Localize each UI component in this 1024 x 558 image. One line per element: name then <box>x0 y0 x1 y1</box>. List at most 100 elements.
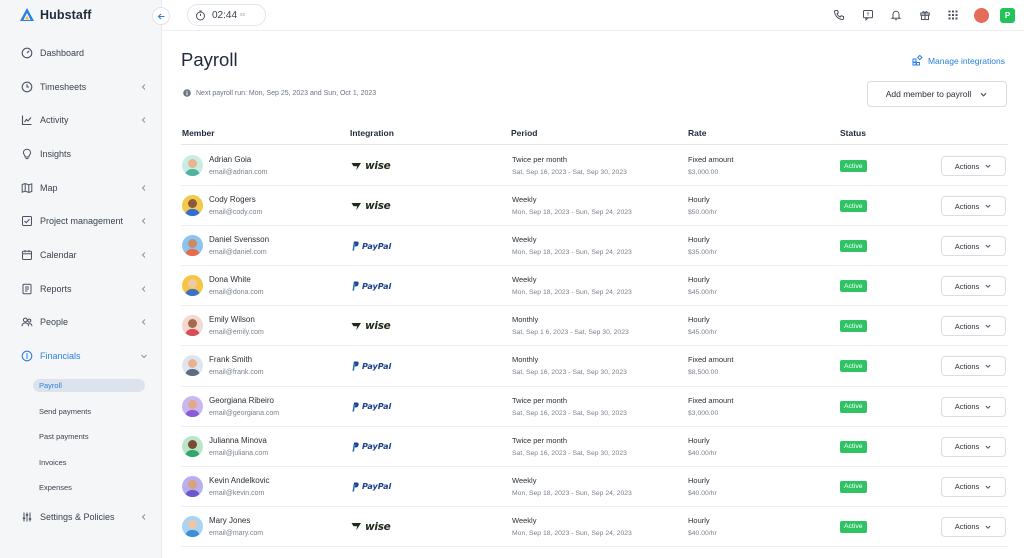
member-email: email@emily.com <box>209 329 264 337</box>
sidebar-item-dashboard[interactable]: Dashboard <box>0 36 162 70</box>
hubstaff-logo[interactable]: Hubstaff <box>19 6 92 24</box>
table-row[interactable]: Emily Wilson email@emily.com wise Monthly Sa… <box>181 306 1008 347</box>
member-name: Adrian Goia <box>209 155 252 164</box>
integration-wise: wise <box>351 160 391 172</box>
integration-wise: wise <box>351 320 391 333</box>
sliders-icon <box>21 511 33 523</box>
sidebar-subitem-payroll[interactable]: Payroll <box>0 373 162 399</box>
actions-dropdown-button[interactable]: Actions <box>941 276 1006 297</box>
sidebar-subitem-past-payments[interactable]: Past payments <box>0 424 162 450</box>
wise-logo-icon <box>351 523 361 531</box>
chevron-down-icon <box>985 325 991 329</box>
wise-logo-icon <box>351 202 361 211</box>
table-row[interactable]: Frank Smith email@frank.com PayPal Monthly S… <box>181 346 1008 387</box>
collapse-sidebar-button[interactable] <box>152 7 170 25</box>
actions-dropdown-button[interactable]: Actions <box>941 156 1006 176</box>
actions-dropdown-button[interactable]: Actions <box>941 516 1006 537</box>
column-header-integration: Integration <box>350 128 394 138</box>
table-row[interactable]: Kevin Andelkovic email@kevin.com PayPal Wee… <box>181 467 1008 507</box>
status-badge: Active <box>840 200 867 213</box>
sidebar-item-map[interactable]: Map <box>0 171 162 205</box>
table-row[interactable]: Julianna Minova email@juliana.com PayPal Tw… <box>181 427 1008 467</box>
rate-type: Hourly <box>688 475 710 485</box>
chevron-down-icon <box>985 204 991 209</box>
chat-button[interactable] <box>854 4 883 26</box>
timer-widget[interactable]: 02:44 ss <box>187 4 266 26</box>
sidebar-item-timesheets[interactable]: Timesheets <box>0 70 162 104</box>
table-row[interactable]: Cody Rogers email@cody.com wise Weekly Mon, … <box>181 186 1008 227</box>
notifications-button[interactable] <box>882 4 911 26</box>
paypal-logo-icon <box>352 361 359 371</box>
actions-dropdown-button[interactable]: Actions <box>941 236 1006 257</box>
member-name: Frank Smith <box>209 355 253 365</box>
sidebar-item-settings-policies[interactable]: Settings & Policies <box>0 500 162 534</box>
integration-name: PayPal <box>362 402 392 412</box>
period-range: Mon, Sep 18, 2023 - Sun, Sep 24, 2023 <box>512 289 632 297</box>
integration-paypal: PayPal <box>351 360 391 372</box>
rate-type: Hourly <box>688 515 710 525</box>
manage-integrations-label: Manage integrations <box>927 55 1005 66</box>
topbar-actions: P <box>825 4 1024 26</box>
avatar <box>974 7 990 23</box>
sidebar-item-financials[interactable]: Financials <box>0 339 162 373</box>
sidebar-nav: Dashboard Timesheets Activity Insights M… <box>0 36 162 534</box>
sidebar-item-label: People <box>40 317 69 328</box>
avatar <box>182 515 203 537</box>
phone-button[interactable] <box>825 4 854 26</box>
activity-icon <box>21 114 33 126</box>
sidebar-subitem-expenses[interactable]: Expenses <box>0 475 162 501</box>
sidebar-subitem-invoices[interactable]: Invoices <box>0 449 162 475</box>
actions-dropdown-button[interactable]: Actions <box>941 196 1006 217</box>
sidebar-subitem-send-payments[interactable]: Send payments <box>0 398 162 424</box>
member-email: email@daniel.com <box>209 249 267 257</box>
user-avatar-button[interactable] <box>968 4 997 26</box>
actions-dropdown-button[interactable]: Actions <box>941 476 1006 497</box>
sidebar-item-project-management[interactable]: Project management <box>0 204 162 238</box>
rate-value: $40.00/hr <box>688 529 717 537</box>
table-row[interactable]: Daniel Svensson email@daniel.com PayPal Wee… <box>181 226 1008 267</box>
sidebar-item-insights[interactable]: Insights <box>0 137 162 171</box>
chevron-left-icon <box>141 218 146 225</box>
actions-label: Actions <box>954 281 980 291</box>
integration-paypal: PayPal <box>351 401 391 413</box>
manage-integrations-link[interactable]: Manage integrations <box>912 55 1005 66</box>
table-row[interactable]: Mary Jones email@mary.com wise Weekly Mon, S… <box>181 507 1008 547</box>
timer-value: 02:44 <box>212 9 238 21</box>
member-email: email@mary.com <box>209 529 264 537</box>
actions-dropdown-button[interactable]: Actions <box>941 436 1006 457</box>
paypal-logo-icon <box>352 241 359 251</box>
map-icon <box>21 182 33 194</box>
column-header-rate: Rate <box>688 128 707 138</box>
table-row[interactable]: Dona White email@dona.com PayPal Weekly Mon,… <box>181 266 1008 307</box>
period-range: Sat, Sep 16, 2023 - Sat, Sep 30, 2023 <box>512 449 627 457</box>
sidebar-item-people[interactable]: People <box>0 306 162 340</box>
member-name: Mary Jones <box>209 515 251 525</box>
sidebar-item-activity[interactable]: Activity <box>0 103 162 137</box>
sidebar-item-label: Insights <box>40 148 72 159</box>
chevron-left-icon <box>141 184 146 191</box>
actions-dropdown-button[interactable]: Actions <box>941 316 1006 337</box>
avatar <box>182 155 203 176</box>
sidebar-item-reports[interactable]: Reports <box>0 272 162 306</box>
gift-button[interactable] <box>911 4 940 26</box>
integration-wise: wise <box>351 521 391 533</box>
chevron-down-icon <box>985 164 991 168</box>
add-member-to-payroll-button[interactable]: Add member to payroll <box>867 81 1007 107</box>
actions-dropdown-button[interactable]: Actions <box>941 396 1006 417</box>
member-name: Julianna Minova <box>209 435 267 445</box>
chevron-down-icon <box>141 354 147 359</box>
rate-value: $3,000.00 <box>688 409 719 417</box>
apps-button[interactable] <box>939 4 968 26</box>
table-row[interactable]: Adrian Goia email@adrian.com wise Twice per… <box>181 146 1008 187</box>
chevron-down-icon <box>985 405 991 409</box>
avatar <box>182 355 203 377</box>
sidebar-item-calendar[interactable]: Calendar <box>0 238 162 272</box>
integration-name: wise <box>365 320 391 333</box>
rate-type: Fixed amount <box>688 155 734 164</box>
rate-value: $50.00/hr <box>688 209 717 217</box>
organization-badge[interactable]: P <box>1000 7 1015 23</box>
lightbulb-icon <box>21 148 33 160</box>
next-payroll-info: Next payroll run: Mon, Sep 25, 2023 and … <box>183 89 376 97</box>
table-row[interactable]: Georgiana Ribeiro email@georgiana.com PayP… <box>181 387 1008 427</box>
actions-dropdown-button[interactable]: Actions <box>941 356 1006 377</box>
